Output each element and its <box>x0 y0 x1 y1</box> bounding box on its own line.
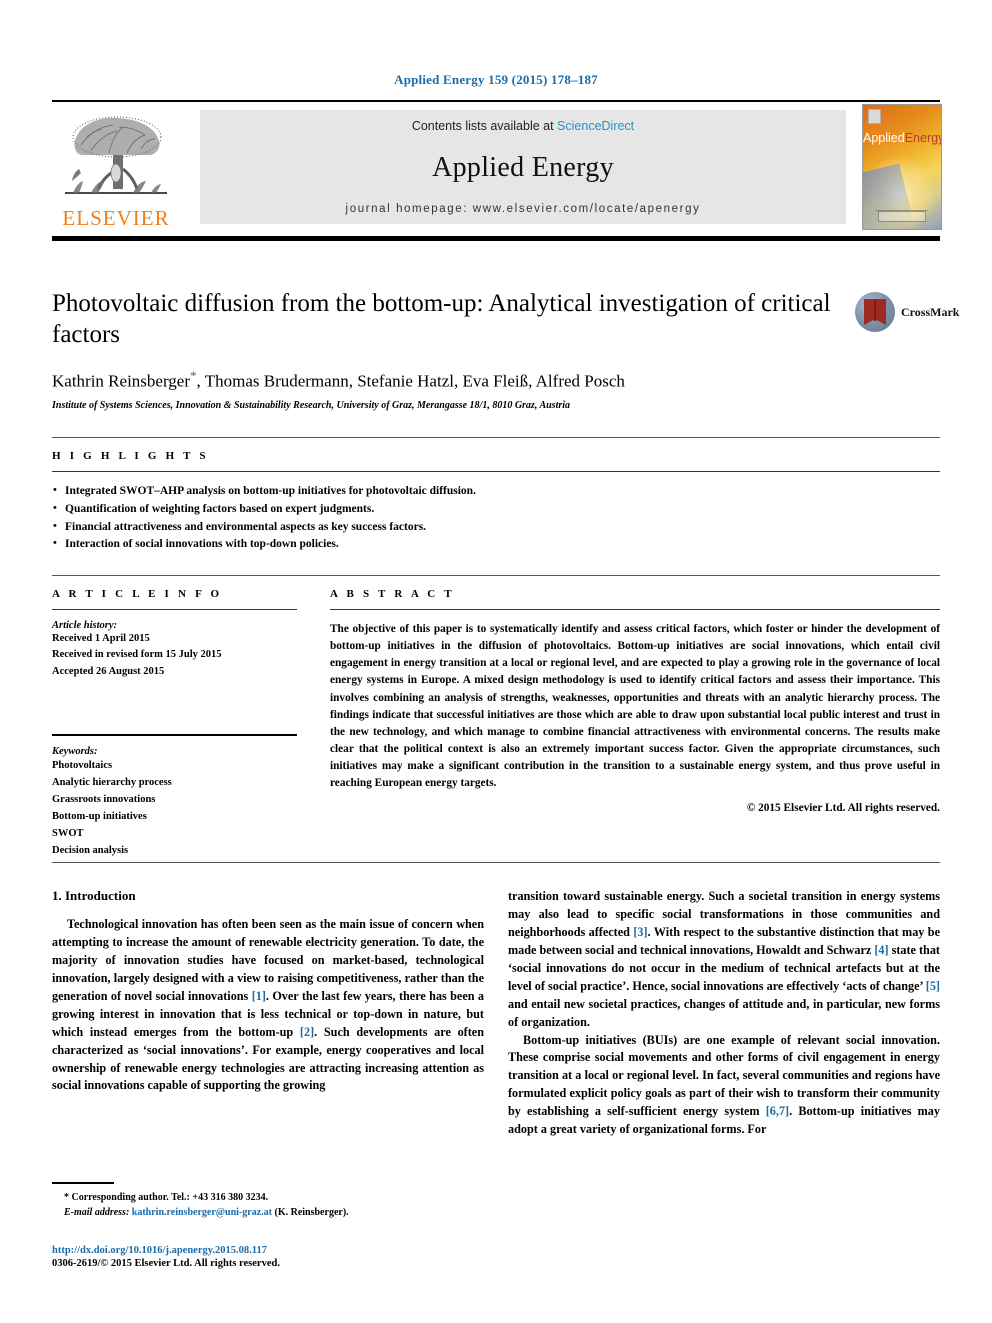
citation-link[interactable]: [5] <box>926 979 940 993</box>
contents-prefix: Contents lists available at <box>411 119 558 133</box>
cover-elsevier-icon <box>868 109 881 124</box>
list-item: Interaction of social innovations with t… <box>52 535 940 554</box>
citation-link[interactable]: [6,7] <box>766 1104 789 1118</box>
journal-banner: Contents lists available at ScienceDirec… <box>200 110 846 224</box>
highlights-top-rule <box>52 437 940 438</box>
body-column-left: 1. Introduction Technological innovation… <box>52 888 484 1095</box>
page-title: Photovoltaic diffusion from the bottom-u… <box>52 290 831 348</box>
citation-link[interactable]: [2] <box>300 1025 314 1039</box>
affiliation: Institute of Systems Sciences, Innovatio… <box>52 399 571 411</box>
list-item: Quantification of weighting factors base… <box>52 500 940 519</box>
paragraph: transition toward sustainable energy. Su… <box>508 888 940 1032</box>
issn-copyright: 0306-2619/© 2015 Elsevier Ltd. All right… <box>52 1258 280 1269</box>
list-item: Financial attractiveness and environment… <box>52 518 940 537</box>
citation-link[interactable]: [4] <box>874 943 888 957</box>
section-title-introduction: 1. Introduction <box>52 888 136 903</box>
article-info-rule <box>52 609 297 610</box>
highlights-list: Integrated SWOT–AHP analysis on bottom-u… <box>52 482 940 554</box>
email-label: E-mail address: <box>64 1206 130 1218</box>
article-history-label: Article history: <box>52 620 118 631</box>
text-run: and entail new societal practices, chang… <box>508 996 940 1029</box>
abstract-text: The objective of this paper is to system… <box>330 623 940 790</box>
authors-rest: , Thomas Brudermann, Stefanie Hatzl, Eva… <box>196 371 625 391</box>
citation-link[interactable]: [1] <box>252 989 266 1003</box>
body-top-rule <box>52 862 940 863</box>
author-list: Kathrin Reinsberger*, Thomas Brudermann,… <box>52 368 842 392</box>
journal-title: Applied Energy <box>432 152 614 183</box>
elsevier-wordmark: ELSEVIER <box>62 206 170 230</box>
crossmark-book-spine <box>874 299 876 321</box>
list-item: SWOT <box>52 827 84 839</box>
doi-block: http://dx.doi.org/10.1016/j.apenergy.201… <box>52 1245 484 1269</box>
abstract-section: A B S T R A C T The objective of this pa… <box>330 588 940 814</box>
list-item: Grassroots innovations <box>52 793 156 805</box>
keywords-label: Keywords: <box>52 745 98 757</box>
journal-reference: Applied Energy 159 (2015) 178–187 <box>394 72 598 87</box>
citation-link[interactable]: [3] <box>633 925 647 939</box>
history-accepted: Accepted 26 August 2015 <box>52 665 165 677</box>
info-top-rule <box>52 575 940 576</box>
highlights-section: H I G H L I G H T S Integrated SWOT–AHP … <box>52 450 940 554</box>
title-block: Photovoltaic diffusion from the bottom-u… <box>52 288 842 411</box>
crossmark-badge[interactable]: CrossMark <box>855 292 959 334</box>
list-item: Analytic hierarchy process <box>52 776 172 788</box>
sciencedirect-link[interactable]: ScienceDirect <box>557 119 634 133</box>
corresponding-author-note: * Corresponding author. Tel.: +43 316 38… <box>64 1191 269 1203</box>
elsevier-logo: ELSEVIER <box>52 105 180 229</box>
highlights-heading: H I G H L I G H T S <box>52 450 209 462</box>
masthead-bottom-rule <box>52 236 940 241</box>
list-item: Integrated SWOT–AHP analysis on bottom-u… <box>52 482 940 501</box>
crossmark-label: CrossMark <box>901 305 960 319</box>
article-info-heading: A R T I C L E I N F O <box>52 588 223 600</box>
email-link[interactable]: kathrin.reinsberger@uni-graz.at <box>132 1207 272 1218</box>
doi-link[interactable]: http://dx.doi.org/10.1016/j.apenergy.201… <box>52 1245 484 1256</box>
cover-title-energy: Energy <box>904 131 942 145</box>
author-first: Kathrin Reinsberger <box>52 371 191 391</box>
article-info-section: A R T I C L E I N F O Article history: R… <box>52 588 310 859</box>
email-note: E-mail address: kathrin.reinsberger@uni-… <box>52 1205 484 1220</box>
history-revised: Received in revised form 15 July 2015 <box>52 649 222 661</box>
journal-cover-thumbnail: AppliedEnergy <box>862 104 942 230</box>
elsevier-tree-icon <box>65 116 167 194</box>
paragraph: Technological innovation has often been … <box>52 916 484 1095</box>
paper-page: Applied Energy 159 (2015) 178–187 ELSEVI… <box>0 0 992 1323</box>
highlights-rule <box>52 471 940 472</box>
footnote-rule <box>52 1182 114 1184</box>
body-column-right: transition toward sustainable energy. Su… <box>508 888 940 1139</box>
masthead-top-rule <box>52 100 940 102</box>
list-item: Decision analysis <box>52 844 129 856</box>
history-received: Received 1 April 2015 <box>52 633 150 644</box>
email-owner: (K. Reinsberger). <box>274 1206 349 1218</box>
abstract-rule <box>330 609 940 610</box>
keywords-list: Photovoltaics Analytic hierarchy process… <box>52 757 310 859</box>
cover-title: AppliedEnergy <box>863 132 941 145</box>
list-item: Photovoltaics <box>52 759 113 771</box>
keywords-rule <box>52 733 297 736</box>
journal-homepage[interactable]: journal homepage: www.elsevier.com/locat… <box>346 203 701 215</box>
keywords-block: Keywords: Photovoltaics Analytic hierarc… <box>52 733 310 859</box>
abstract-heading: A B S T R A C T <box>330 588 455 600</box>
cover-title-applied: Applied <box>863 131 905 145</box>
cover-footer-box <box>878 211 926 222</box>
contents-line: Contents lists available at ScienceDirec… <box>412 119 634 133</box>
footnote-block: * Corresponding author. Tel.: +43 316 38… <box>52 1182 484 1220</box>
journal-masthead: ELSEVIER Contents lists available at Sci… <box>52 100 942 241</box>
paragraph: Bottom-up initiatives (BUIs) are one exa… <box>508 1032 940 1140</box>
list-item: Bottom-up initiatives <box>52 810 147 822</box>
abstract-copyright: © 2015 Elsevier Ltd. All rights reserved… <box>746 801 940 814</box>
